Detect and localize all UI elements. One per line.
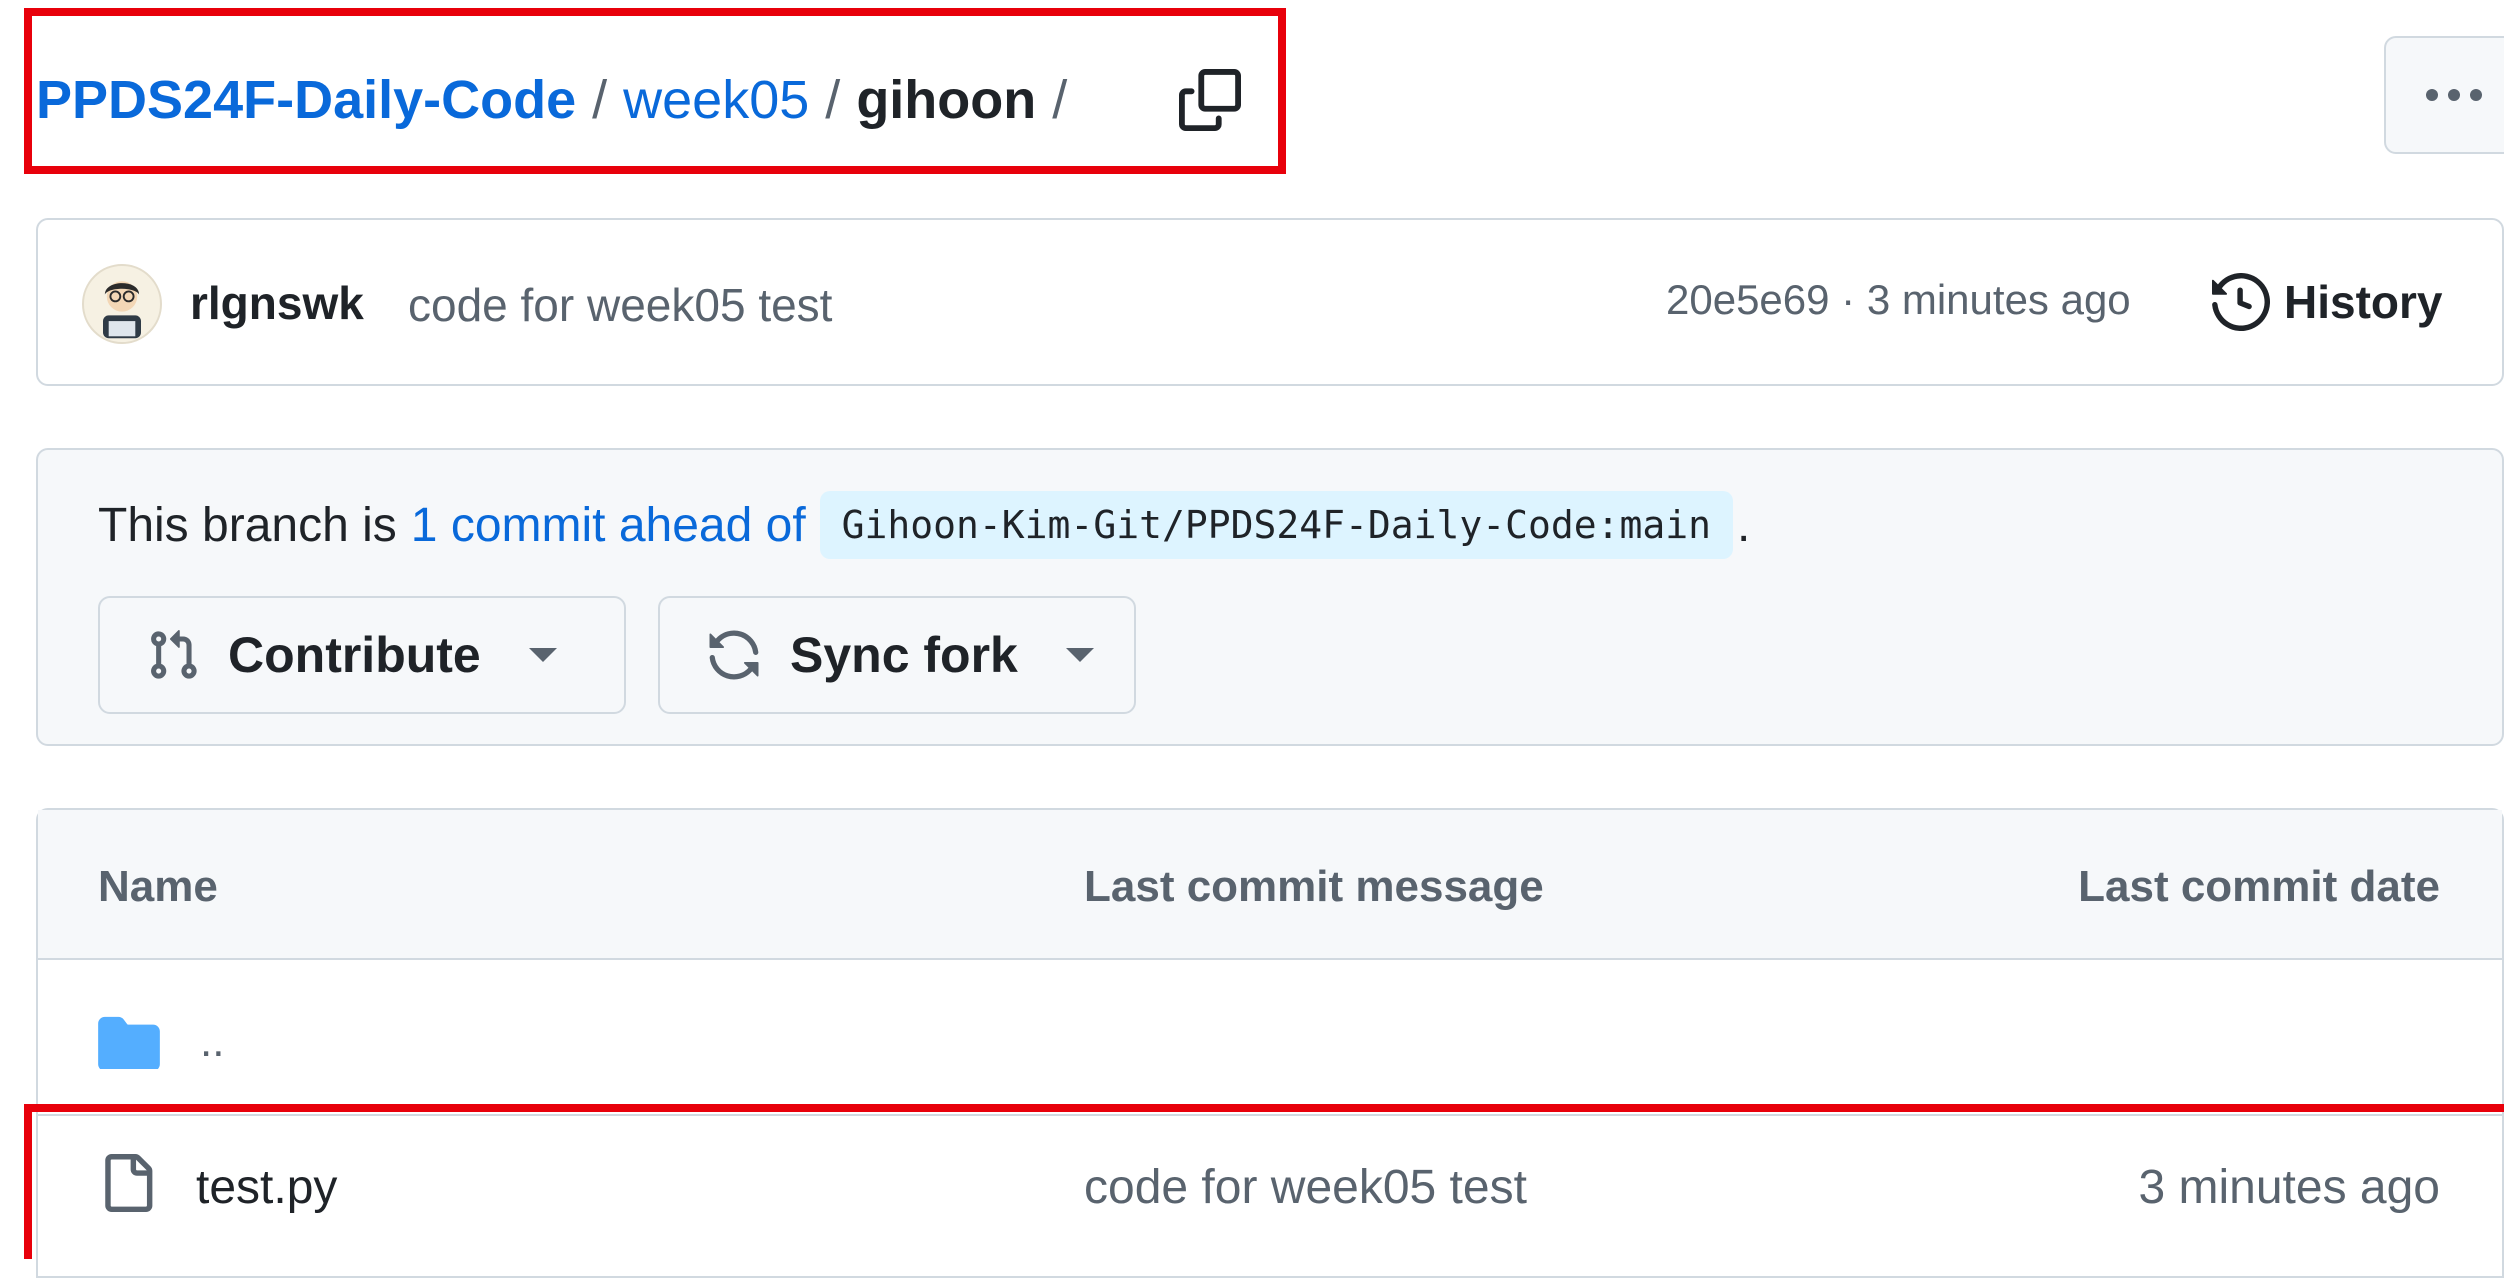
commits-ahead-link[interactable]: 1 commit ahead of bbox=[411, 498, 806, 553]
history-link[interactable]: History bbox=[2212, 268, 2442, 336]
sync-fork-button[interactable]: Sync fork bbox=[658, 596, 1136, 714]
commit-message-link[interactable]: code for week05 test bbox=[408, 278, 832, 332]
contribute-button[interactable]: Contribute bbox=[98, 596, 626, 714]
kebab-horizontal-icon bbox=[2426, 89, 2438, 101]
column-header-last-commit-message: Last commit message bbox=[1084, 862, 1544, 911]
breadcrumb-highlight-box bbox=[24, 8, 1286, 174]
history-icon bbox=[2212, 273, 2270, 331]
parent-directory-label: .. bbox=[200, 1017, 225, 1066]
branch-status-suffix: . bbox=[1737, 498, 1751, 552]
commit-author-link[interactable]: rlgnswk bbox=[190, 276, 364, 330]
branch-status-prefix: This branch is bbox=[98, 498, 397, 552]
chevron-down-icon bbox=[528, 648, 557, 662]
avatar-image bbox=[103, 281, 141, 339]
sync-fork-label: Sync fork bbox=[790, 627, 1018, 683]
column-header-name: Name bbox=[98, 862, 218, 911]
upstream-branch-ref: Gihoon-Kim-Git/PPDS24F-Daily-Code:main bbox=[819, 491, 1734, 559]
branch-status-text: This branch is 1 commit ahead of Gihoon-… bbox=[98, 490, 1750, 560]
history-label: History bbox=[2284, 276, 2443, 328]
latest-commit-box bbox=[36, 218, 2504, 386]
sync-icon bbox=[709, 630, 759, 680]
column-header-last-commit-date: Last commit date bbox=[2078, 862, 2440, 911]
folder-icon bbox=[98, 1016, 160, 1069]
file-row-highlight-box bbox=[24, 1104, 2504, 1259]
git-pull-request-icon bbox=[151, 630, 197, 679]
parent-directory-row[interactable]: .. bbox=[98, 1010, 224, 1074]
chevron-down-icon bbox=[1065, 648, 1094, 662]
commit-hash-time[interactable]: 20e5e69 · 3 minutes ago bbox=[1666, 276, 2131, 324]
more-options-button[interactable] bbox=[2384, 36, 2504, 154]
avatar[interactable] bbox=[82, 264, 162, 344]
contribute-label: Contribute bbox=[228, 627, 481, 683]
